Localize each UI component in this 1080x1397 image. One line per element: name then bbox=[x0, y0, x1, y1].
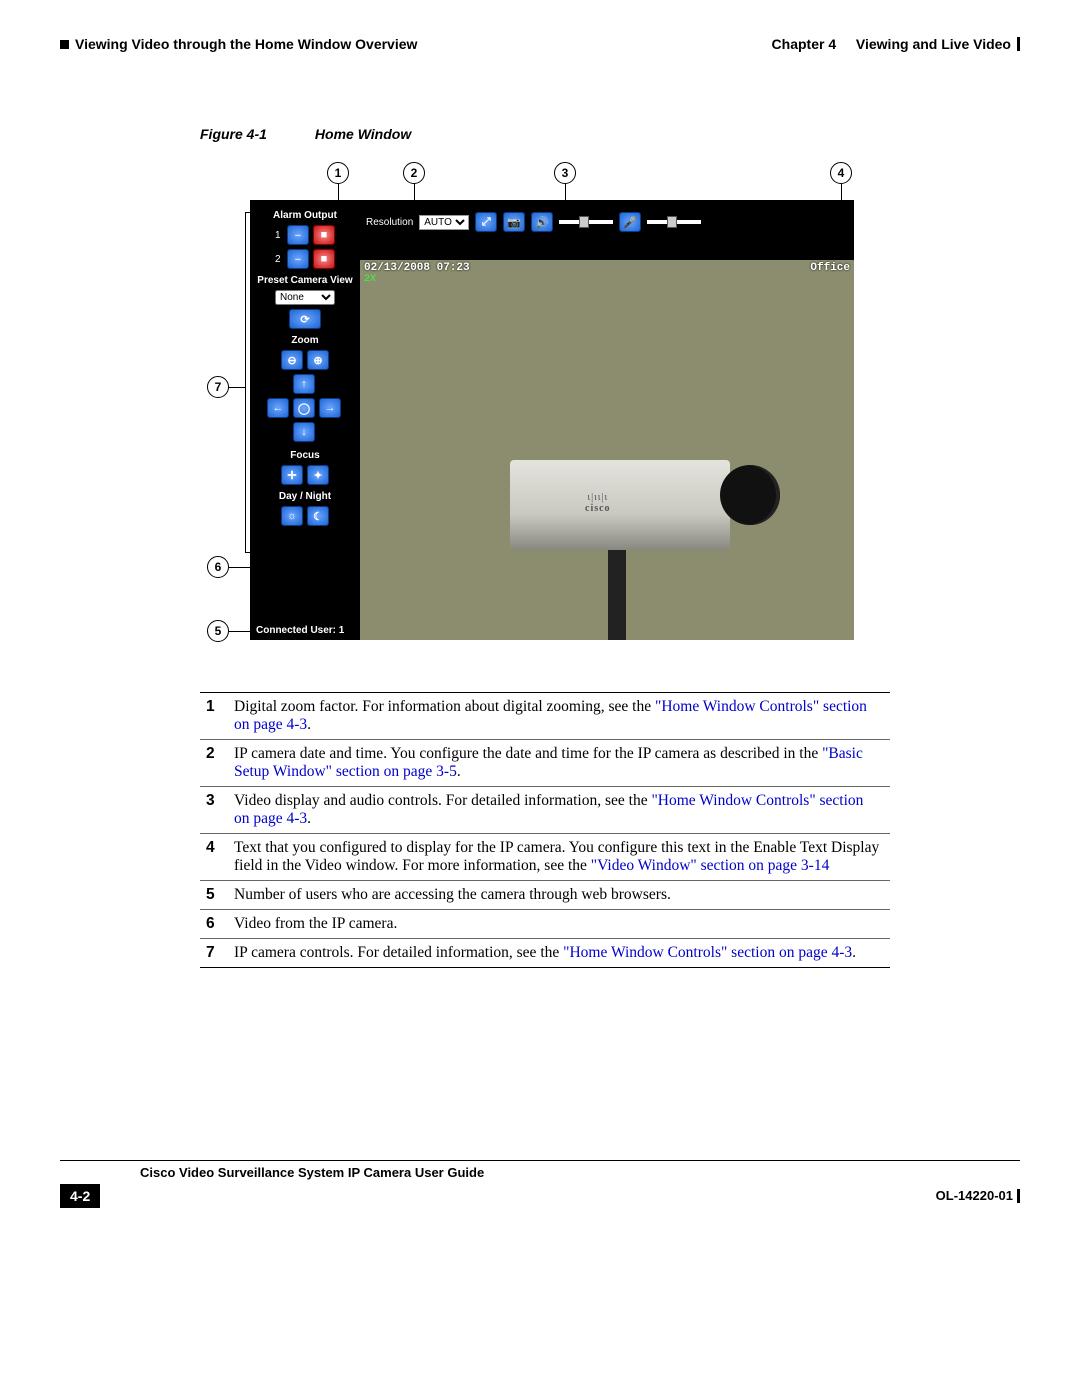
footer-bar bbox=[1017, 1189, 1020, 1203]
header-bar bbox=[1017, 37, 1020, 51]
figure-home-window: 1 2 3 4 5 6 7 Resolution AUTO ⤢ 📷 🔊 🎤 02… bbox=[200, 154, 860, 650]
callout-7: 7 bbox=[207, 376, 229, 398]
snapshot-icon[interactable]: 📷 bbox=[503, 212, 525, 232]
row-number: 3 bbox=[200, 787, 228, 834]
table-row: 6Video from the IP camera. bbox=[200, 910, 890, 939]
focus-far-icon[interactable]: ✦ bbox=[307, 465, 329, 485]
pan-left-icon[interactable]: ← bbox=[267, 398, 289, 418]
mic-icon[interactable]: 🎤 bbox=[619, 212, 641, 232]
volume-slider[interactable] bbox=[559, 220, 613, 224]
row-description: IP camera date and time. You configure t… bbox=[228, 740, 890, 787]
header-bullet bbox=[60, 40, 69, 49]
pan-down-icon[interactable]: ↓ bbox=[293, 422, 315, 442]
night-icon[interactable]: ☾ bbox=[307, 506, 329, 526]
row-description: Text that you configured to display for … bbox=[228, 834, 890, 881]
cross-reference-link[interactable]: "Basic Setup Window" section on page 3-5 bbox=[234, 745, 863, 780]
alarm1-off[interactable]: ■ bbox=[313, 225, 335, 245]
row-number: 2 bbox=[200, 740, 228, 787]
video-display: 02/13/2008 07:23 2X Office ι|ιι|ιcisco bbox=[360, 260, 854, 640]
figure-label: Figure 4-1 bbox=[200, 126, 267, 142]
figure-caption: Home Window bbox=[315, 126, 411, 142]
row-number: 4 bbox=[200, 834, 228, 881]
row-description: Digital zoom factor. For information abo… bbox=[228, 693, 890, 740]
zoom-icon[interactable]: ⤢ bbox=[475, 212, 497, 232]
resolution-label: Resolution bbox=[366, 217, 413, 228]
video-timestamp: 02/13/2008 07:23 bbox=[364, 262, 470, 274]
table-row: 4Text that you configured to display for… bbox=[200, 834, 890, 881]
focus-title: Focus bbox=[290, 450, 319, 461]
camera-mount bbox=[608, 550, 626, 640]
top-toolbar: Resolution AUTO ⤢ 📷 🔊 🎤 bbox=[360, 200, 854, 244]
row-description: Number of users who are accessing the ca… bbox=[228, 881, 890, 910]
camera-home-window: Resolution AUTO ⤢ 📷 🔊 🎤 02/13/2008 07:23… bbox=[250, 200, 854, 640]
header-title: Viewing and Live Video bbox=[856, 36, 1011, 52]
header-left: Viewing Video through the Home Window Ov… bbox=[75, 36, 417, 52]
table-row: 2IP camera date and time. You configure … bbox=[200, 740, 890, 787]
lens-illustration bbox=[720, 465, 780, 525]
pan-up-icon[interactable]: ↑ bbox=[293, 374, 315, 394]
resolution-select[interactable]: AUTO bbox=[419, 215, 469, 230]
page-footer: Cisco Video Surveillance System IP Camer… bbox=[60, 1160, 1020, 1208]
zoom-factor-overlay: 2X bbox=[364, 274, 376, 285]
cross-reference-link[interactable]: "Home Window Controls" section on page 4… bbox=[234, 698, 867, 733]
callout-5: 5 bbox=[207, 620, 229, 642]
row-number: 1 bbox=[200, 693, 228, 740]
alarm2-on[interactable]: – bbox=[287, 249, 309, 269]
speaker-icon[interactable]: 🔊 bbox=[531, 212, 553, 232]
row-description: IP camera controls. For detailed informa… bbox=[228, 939, 890, 968]
zoom-out-icon[interactable]: ⊖ bbox=[281, 350, 303, 370]
callout-1: 1 bbox=[327, 162, 349, 184]
left-control-panel: Alarm Output 1 – ■ 2 – ■ Preset Camera V… bbox=[250, 200, 360, 640]
zoom-title: Zoom bbox=[291, 335, 318, 346]
callout-description-table: 1Digital zoom factor. For information ab… bbox=[200, 692, 890, 968]
alarm-output-title: Alarm Output bbox=[273, 210, 337, 221]
callout-4: 4 bbox=[830, 162, 852, 184]
connected-users: Connected User: 1 bbox=[256, 625, 344, 636]
mic-slider[interactable] bbox=[647, 220, 701, 224]
pan-right-icon[interactable]: → bbox=[319, 398, 341, 418]
pan-home-icon[interactable]: ◯ bbox=[293, 398, 315, 418]
table-row: 5Number of users who are accessing the c… bbox=[200, 881, 890, 910]
alarm1-on[interactable]: – bbox=[287, 225, 309, 245]
row-number: 6 bbox=[200, 910, 228, 939]
doc-id: OL-14220-01 bbox=[936, 1188, 1013, 1203]
camera-illustration bbox=[510, 460, 730, 550]
callout-3: 3 bbox=[554, 162, 576, 184]
day-icon[interactable]: ☼ bbox=[281, 506, 303, 526]
preset-title: Preset Camera View bbox=[257, 275, 352, 286]
focus-near-icon[interactable]: ✛ bbox=[281, 465, 303, 485]
alarm2-off[interactable]: ■ bbox=[313, 249, 335, 269]
table-row: 1Digital zoom factor. For information ab… bbox=[200, 693, 890, 740]
cross-reference-link[interactable]: "Home Window Controls" section on page 4… bbox=[234, 792, 863, 827]
callout-2: 2 bbox=[403, 162, 425, 184]
row-description: Video from the IP camera. bbox=[228, 910, 890, 939]
zoom-in-icon[interactable]: ⊕ bbox=[307, 350, 329, 370]
footer-guide-title: Cisco Video Surveillance System IP Camer… bbox=[60, 1165, 1020, 1180]
row-description: Video display and audio controls. For de… bbox=[228, 787, 890, 834]
cross-reference-link[interactable]: "Video Window" section on page 3-14 bbox=[591, 857, 830, 874]
cross-reference-link[interactable]: "Home Window Controls" section on page 4… bbox=[563, 944, 852, 961]
table-row: 7IP camera controls. For detailed inform… bbox=[200, 939, 890, 968]
daynight-title: Day / Night bbox=[279, 491, 331, 502]
header-chapter: Chapter 4 bbox=[772, 36, 837, 52]
camera-brand: ι|ιι|ιcisco bbox=[585, 492, 611, 514]
video-banner: Office bbox=[810, 262, 850, 274]
table-row: 3Video display and audio controls. For d… bbox=[200, 787, 890, 834]
preset-select[interactable]: None bbox=[275, 290, 335, 305]
rotate-icon[interactable]: ⟳ bbox=[289, 309, 321, 329]
row-number: 5 bbox=[200, 881, 228, 910]
callout-6: 6 bbox=[207, 556, 229, 578]
row-number: 7 bbox=[200, 939, 228, 968]
page-number: 4-2 bbox=[60, 1184, 100, 1208]
